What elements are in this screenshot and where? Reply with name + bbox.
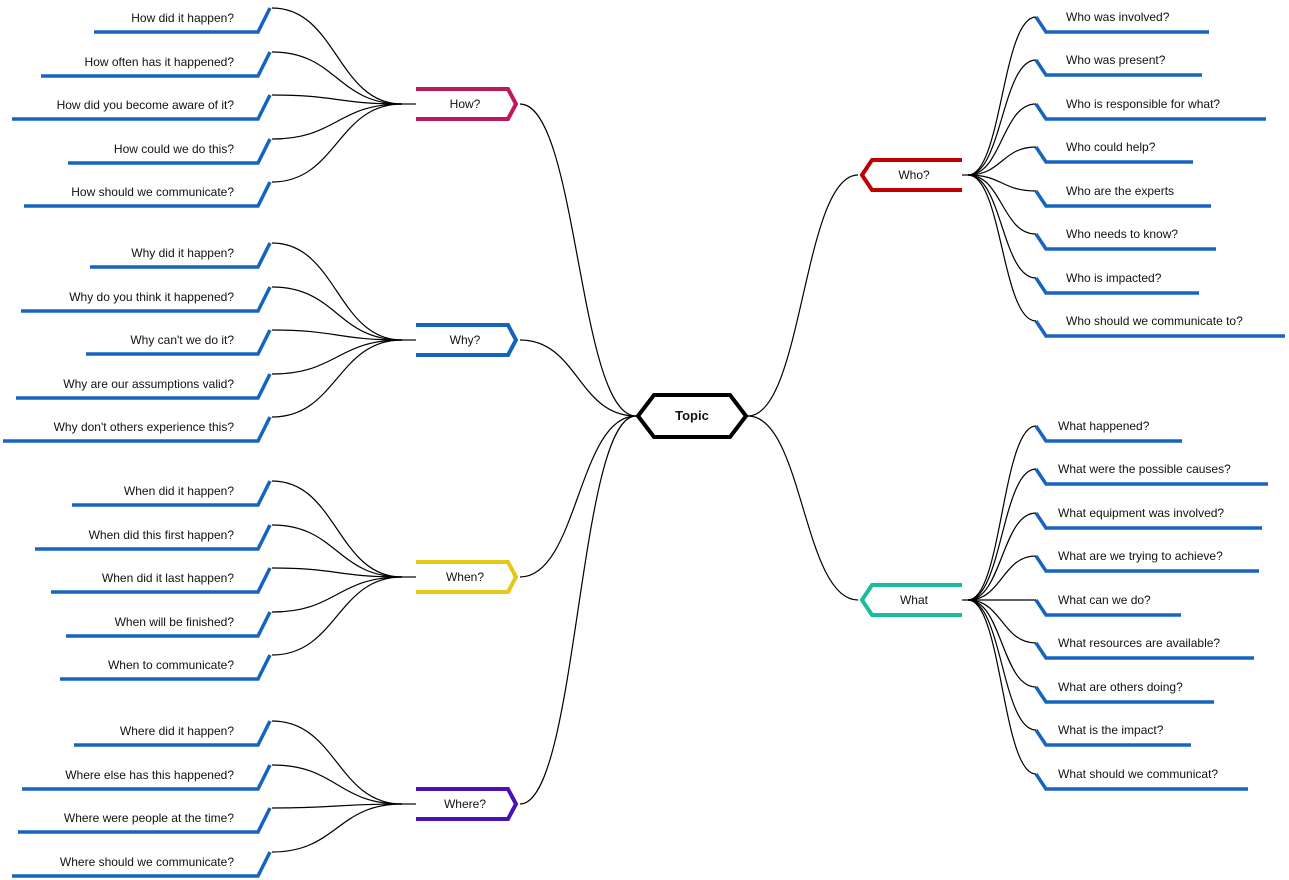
- connector-why-4: [271, 339, 403, 418]
- leaf-what-1[interactable]: What were the possible causes?: [1058, 462, 1231, 476]
- connector-topic-who: [747, 174, 859, 417]
- leaf-why-3[interactable]: Why are our assumptions valid?: [63, 377, 234, 391]
- connector-how-3: [271, 103, 403, 140]
- leaf-what-8[interactable]: What should we communicat?: [1058, 767, 1218, 781]
- connector-what-8: [967, 599, 1037, 775]
- connector-when-4: [271, 576, 403, 656]
- leaf-how-2[interactable]: How did you become aware of it?: [57, 98, 234, 112]
- leaf-who-0[interactable]: Who was involved?: [1066, 10, 1169, 24]
- connector-why-3: [271, 339, 403, 375]
- connector-topic-where: [519, 415, 637, 805]
- branch-label-why[interactable]: Why?: [416, 333, 514, 347]
- leaf-who-6[interactable]: Who is impacted?: [1066, 271, 1161, 285]
- leaf-who-1[interactable]: Who was present?: [1066, 53, 1165, 67]
- leaf-where-3[interactable]: Where should we communicate?: [60, 855, 234, 869]
- branch-label-how[interactable]: How?: [416, 97, 514, 111]
- connector-when-3: [271, 576, 403, 613]
- leaf-what-4[interactable]: What can we do?: [1058, 593, 1151, 607]
- branch-label-what[interactable]: What: [866, 593, 962, 607]
- leaf-how-1[interactable]: How often has it happened?: [85, 55, 234, 69]
- leaf-where-2[interactable]: Where were people at the time?: [64, 811, 234, 825]
- leaf-when-0[interactable]: When did it happen?: [124, 484, 234, 498]
- leaf-who-2[interactable]: Who is responsible for what?: [1066, 97, 1220, 111]
- leaf-what-6[interactable]: What are others doing?: [1058, 680, 1183, 694]
- leaf-why-2[interactable]: Why can't we do it?: [130, 333, 234, 347]
- connector-who-2: [967, 103, 1037, 176]
- leaf-why-0[interactable]: Why did it happen?: [131, 246, 234, 260]
- connector-topic-how: [519, 103, 637, 417]
- branch-label-when[interactable]: When?: [416, 570, 514, 584]
- mind-map-canvas: [3, 7, 1285, 878]
- leaf-what-2[interactable]: What equipment was involved?: [1058, 506, 1224, 520]
- leaf-when-4[interactable]: When to communicate?: [108, 658, 234, 672]
- leaf-how-3[interactable]: How could we do this?: [114, 142, 234, 156]
- leaf-what-5[interactable]: What resources are available?: [1058, 636, 1220, 650]
- leaf-what-3[interactable]: What are we trying to achieve?: [1058, 549, 1223, 563]
- connector-topic-what: [747, 415, 859, 601]
- branch-label-who[interactable]: Who?: [866, 168, 962, 182]
- connector-where-3: [271, 803, 403, 853]
- leaf-how-4[interactable]: How should we communicate?: [71, 185, 234, 199]
- leaf-where-0[interactable]: Where did it happen?: [120, 724, 234, 738]
- connector-who-1: [967, 59, 1037, 176]
- connector-why-1: [271, 286, 403, 341]
- leaf-when-1[interactable]: When did this first happen?: [89, 528, 234, 542]
- leaf-where-1[interactable]: Where else has this happened?: [65, 768, 234, 782]
- topic-label[interactable]: Topic: [642, 408, 742, 424]
- leaf-why-4[interactable]: Why don't others experience this?: [54, 420, 234, 434]
- connector-how-4: [271, 103, 403, 183]
- connector-why-0: [271, 242, 403, 341]
- leaf-how-0[interactable]: How did it happen?: [131, 11, 234, 25]
- leaf-when-2[interactable]: When did it last happen?: [102, 571, 234, 585]
- connector-who-0: [967, 16, 1037, 176]
- branch-label-where[interactable]: Where?: [416, 797, 514, 811]
- connector-what-2: [967, 512, 1037, 601]
- leaf-who-4[interactable]: Who are the experts: [1066, 184, 1174, 198]
- leaf-what-7[interactable]: What is the impact?: [1058, 723, 1163, 737]
- connector-how-0: [271, 7, 403, 105]
- leaf-when-3[interactable]: When will be finished?: [115, 615, 234, 629]
- connector-what-0: [967, 425, 1037, 601]
- leaf-who-7[interactable]: Who should we communicate to?: [1066, 314, 1243, 328]
- connector-when-0: [271, 480, 403, 578]
- connector-where-0: [271, 720, 403, 805]
- connector-how-1: [271, 51, 403, 105]
- leaf-what-0[interactable]: What happened?: [1058, 419, 1149, 433]
- connector-what-6: [967, 599, 1037, 688]
- connector-topic-when: [519, 415, 637, 578]
- leaf-why-1[interactable]: Why do you think it happened?: [69, 290, 234, 304]
- leaf-who-5[interactable]: Who needs to know?: [1066, 227, 1178, 241]
- connector-what-7: [967, 599, 1037, 731]
- connector-when-1: [271, 524, 403, 578]
- connector-where-1: [271, 764, 403, 805]
- connector-what-1: [967, 468, 1037, 601]
- leaf-who-3[interactable]: Who could help?: [1066, 140, 1155, 154]
- connector-who-7: [967, 174, 1037, 322]
